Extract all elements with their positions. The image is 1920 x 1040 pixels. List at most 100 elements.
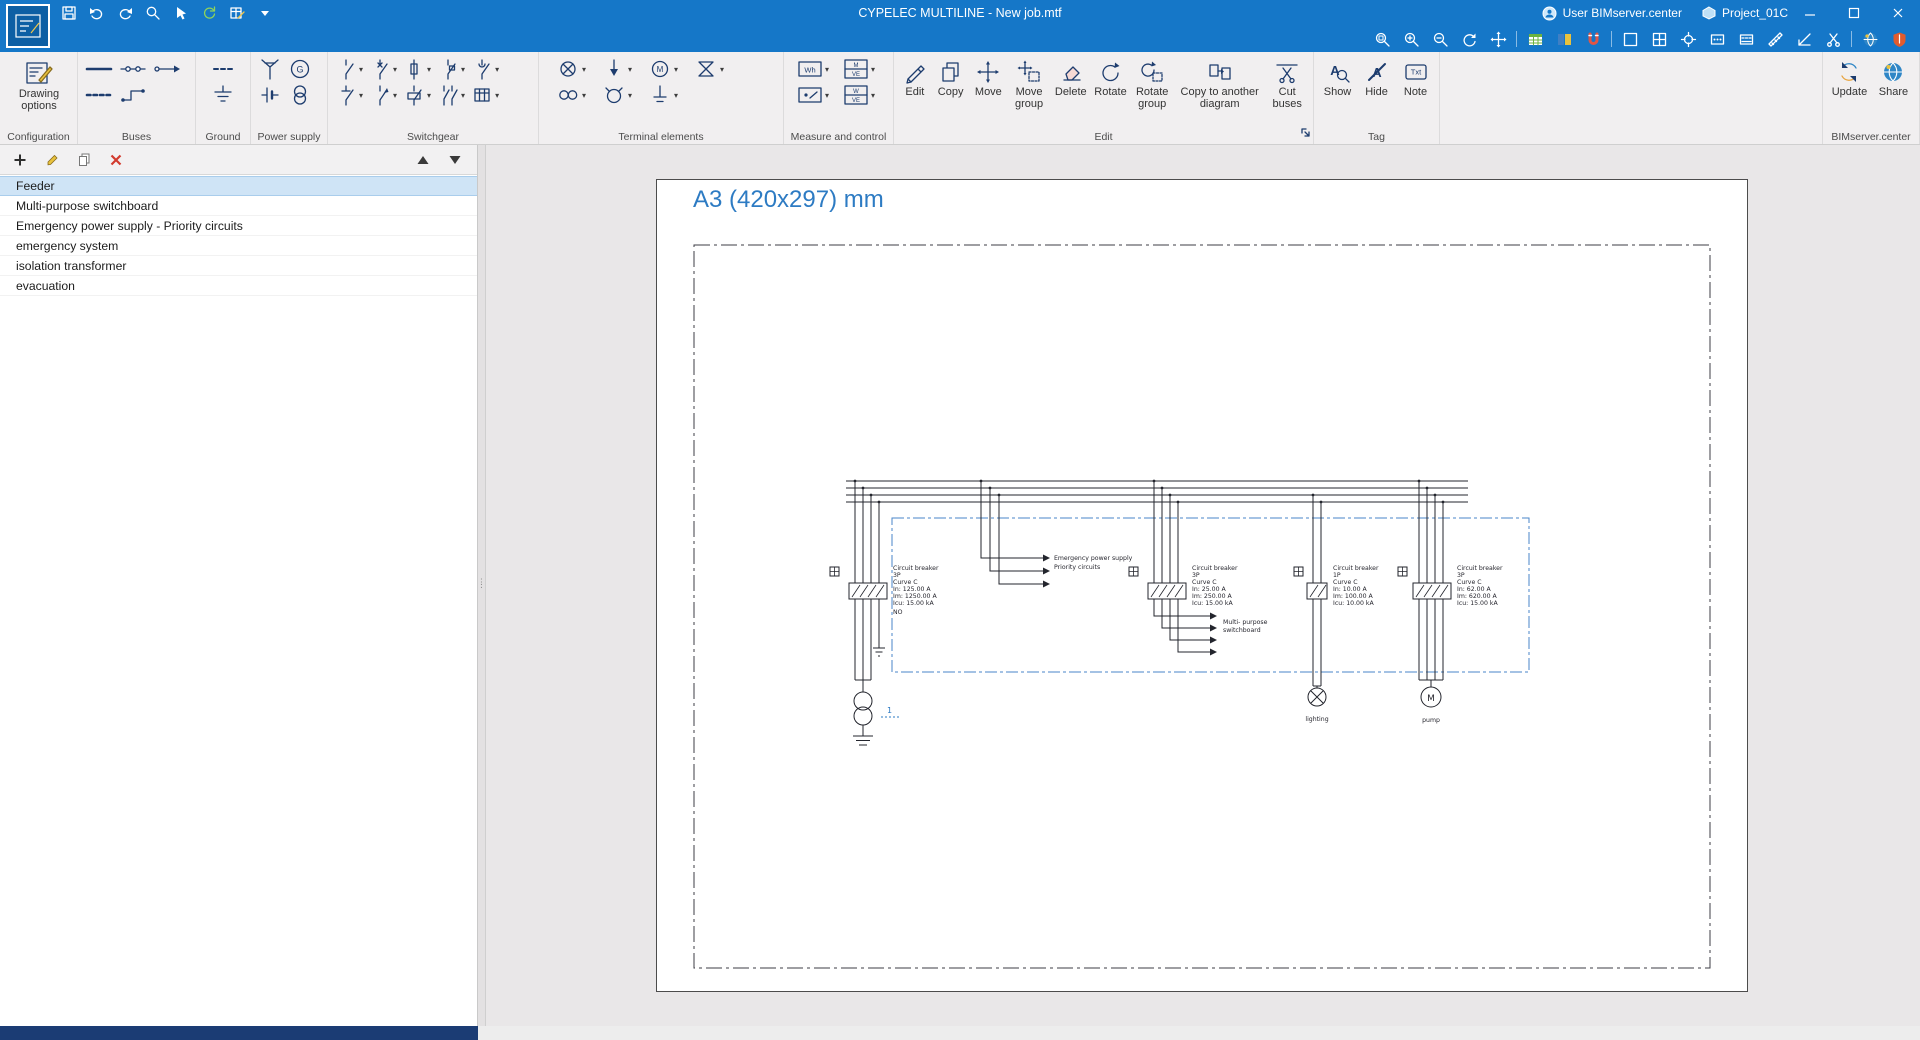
move-up-icon[interactable] (415, 152, 431, 168)
bus-nodes-icon[interactable] (116, 59, 150, 79)
edit-button[interactable]: Edit (898, 56, 932, 99)
drawing-sheet[interactable]: A3 (420x297) mm (656, 179, 1748, 992)
list-item-feeder[interactable]: Feeder (0, 176, 477, 196)
breaker-icon[interactable]: ▾ (366, 57, 400, 81)
copy-to-another-diagram-button[interactable]: Copy to another diagram (1174, 56, 1265, 111)
pan-icon[interactable] (1487, 29, 1509, 49)
bimserver-icon[interactable] (1859, 29, 1881, 49)
copy-button[interactable]: Copy (932, 56, 970, 99)
switch-fuse-icon[interactable]: ▾ (434, 57, 468, 81)
share-button[interactable]: Share (1872, 56, 1915, 99)
layout-template-icon[interactable] (1553, 29, 1575, 49)
socket-icon[interactable]: ▾ (599, 83, 635, 107)
delete-x-icon[interactable] (108, 152, 124, 168)
object-snap-icon[interactable] (1677, 29, 1699, 49)
close-button[interactable] (1876, 0, 1920, 26)
list-item-emergency-supply[interactable]: Emergency power supply - Priority circui… (0, 216, 477, 236)
zoom-window-icon[interactable] (1371, 29, 1393, 49)
rotate-button[interactable]: Rotate (1091, 56, 1131, 99)
rcd-icon[interactable]: ▾ (400, 83, 434, 107)
frame-icon[interactable] (1619, 29, 1641, 49)
refresh-icon[interactable] (198, 3, 220, 23)
bus-dashed-icon[interactable] (82, 85, 116, 105)
multiline-diagram[interactable]: 1 Circuit breaker 3P Curve C In: 125.00 … (657, 180, 1749, 993)
list-item-evacuation[interactable]: evacuation (0, 276, 477, 296)
app-logo[interactable] (6, 4, 50, 48)
tag-note-button[interactable]: Txt Note (1396, 56, 1435, 99)
cut-icon[interactable] (1822, 29, 1844, 49)
battery-icon[interactable] (255, 82, 285, 108)
list-item-multipurpose[interactable]: Multi-purpose switchboard (0, 196, 477, 216)
edit-pencil-icon[interactable] (44, 152, 60, 168)
drawing-options-button[interactable]: Drawing options (4, 56, 74, 113)
bus-solid-icon[interactable] (82, 59, 116, 79)
disconnector-icon[interactable]: ▾ (332, 83, 366, 107)
ruler-icon[interactable] (1764, 29, 1786, 49)
panel-splitter[interactable]: ⁚⁚ (478, 145, 486, 1026)
move-button[interactable]: Move (970, 56, 1008, 99)
point-style-icon[interactable] (1706, 29, 1728, 49)
contactor-icon[interactable]: ▾ (468, 57, 502, 81)
redraw-icon[interactable] (1458, 29, 1480, 49)
delete-button[interactable]: Delete (1051, 56, 1091, 99)
add-icon[interactable] (12, 152, 28, 168)
tag-hide-button[interactable]: A Hide (1357, 56, 1396, 99)
earth-symbol-icon[interactable] (208, 83, 238, 107)
terminal-tap-icon[interactable]: ▾ (645, 83, 681, 107)
pump-branch[interactable]: M pump (1398, 481, 1451, 724)
protection-shield-icon[interactable] (1888, 29, 1910, 49)
zoom-extents-icon[interactable] (1400, 29, 1422, 49)
grid-supply-icon[interactable] (255, 56, 285, 82)
switch-panel-icon[interactable]: ▾ (468, 83, 502, 107)
redo-icon[interactable] (114, 3, 136, 23)
switch-icon[interactable]: ▾ (332, 57, 366, 81)
generator-icon[interactable]: G (285, 56, 315, 82)
minimize-button[interactable] (1788, 0, 1832, 26)
set-square-icon[interactable] (1793, 29, 1815, 49)
list-item-isolation-transformer[interactable]: isolation transformer (0, 256, 477, 276)
transformer-icon[interactable] (285, 82, 315, 108)
zoom-icon[interactable] (142, 3, 164, 23)
worksheet-icon[interactable] (1524, 29, 1546, 49)
fuse-icon[interactable]: ▾ (400, 57, 434, 81)
move-down-icon[interactable] (447, 152, 463, 168)
emergency-feeders[interactable]: Emergency power supply Priority circuits (981, 481, 1133, 588)
magnet-icon[interactable] (1582, 29, 1604, 49)
list-item-emergency-system[interactable]: emergency system (0, 236, 477, 256)
lighting-branch[interactable]: lighting (1294, 495, 1329, 723)
ground-bus-icon[interactable] (208, 59, 238, 79)
undo-icon[interactable] (86, 3, 108, 23)
switch-relay-icon[interactable]: ▾ (366, 83, 400, 107)
double-pole-icon[interactable]: ▾ (434, 83, 468, 107)
indicator-icon[interactable]: ▾ (794, 84, 832, 106)
bus-trunk[interactable] (846, 480, 1468, 504)
ventilation-icon[interactable]: ▾ (691, 57, 727, 81)
energy-meter-icon[interactable]: Wh▾ (794, 58, 832, 80)
more-commands-icon[interactable] (254, 3, 276, 23)
double-outlet-icon[interactable]: ▾ (553, 83, 589, 107)
edit-grid-icon[interactable] (226, 3, 248, 23)
line-style-icon[interactable] (1735, 29, 1757, 49)
wattmeter-icon[interactable]: WVE▾ (840, 84, 878, 106)
project-selector[interactable]: Project_01C (1702, 6, 1788, 20)
drawing-canvas[interactable]: A3 (420x297) mm (486, 145, 1920, 1026)
zoom-previous-icon[interactable] (1429, 29, 1451, 49)
motor-icon[interactable]: M▾ (645, 57, 681, 81)
rotate-group-button[interactable]: Rotate group (1130, 56, 1174, 111)
bimserver-user[interactable]: User BIMserver.center (1542, 6, 1682, 21)
tag-show-button[interactable]: A Show (1318, 56, 1357, 99)
multimeter-icon[interactable]: MVE▾ (840, 58, 878, 80)
lamp-icon[interactable]: ▾ (553, 57, 589, 81)
feeder-branch[interactable]: 1 (830, 481, 901, 745)
bus-arrow-icon[interactable] (150, 59, 184, 79)
select-cursor-icon[interactable] (170, 3, 192, 23)
bus-branch-icon[interactable] (116, 85, 150, 105)
grid-icon[interactable] (1648, 29, 1670, 49)
move-group-button[interactable]: Move group (1007, 56, 1051, 111)
maximize-button[interactable] (1832, 0, 1876, 26)
save-icon[interactable] (58, 3, 80, 23)
earth-connection-icon[interactable]: ▾ (599, 57, 635, 81)
duplicate-icon[interactable] (76, 152, 92, 168)
update-button[interactable]: Update (1827, 56, 1872, 99)
cut-buses-button[interactable]: Cut buses (1265, 56, 1309, 111)
